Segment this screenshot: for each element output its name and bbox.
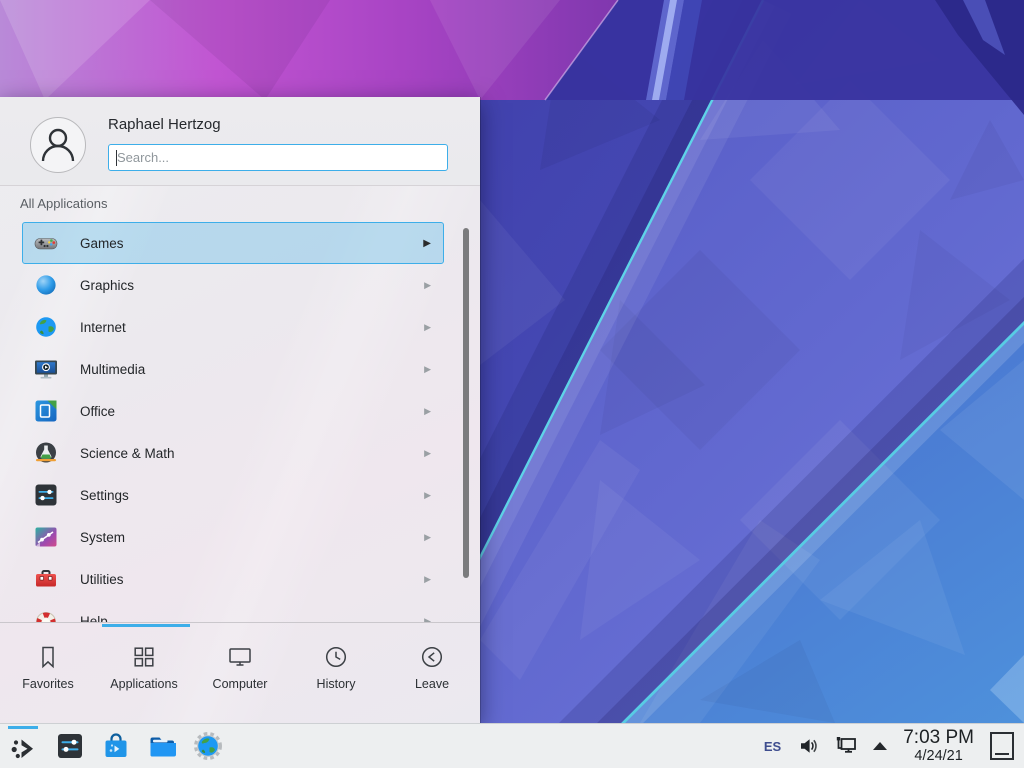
category-row-graphics[interactable]: Graphics ▶ xyxy=(22,264,444,306)
document-icon xyxy=(33,398,59,424)
submenu-arrow-icon: ▶ xyxy=(424,364,443,375)
search-input[interactable] xyxy=(108,144,448,171)
taskbar-panel: ES 7:03 PM 4/24/21 xyxy=(0,723,1024,768)
tab-label: History xyxy=(317,677,356,691)
lifebuoy-icon xyxy=(33,608,59,622)
bookmark-icon xyxy=(34,643,62,671)
monitor-icon xyxy=(226,643,254,671)
submenu-arrow-icon: ▶ xyxy=(424,322,443,333)
submenu-arrow-icon: ▶ xyxy=(424,532,443,543)
flask-icon xyxy=(33,440,59,466)
category-row-games[interactable]: Games ▶ xyxy=(22,222,444,264)
category-label: Games xyxy=(80,236,124,251)
sphere-icon xyxy=(33,272,59,298)
globe-icon xyxy=(33,314,59,340)
category-label: Graphics xyxy=(80,278,134,293)
submenu-arrow-icon: ▶ xyxy=(424,490,443,501)
category-label: Utilities xyxy=(80,572,124,587)
show-desktop-button[interactable] xyxy=(990,732,1014,760)
category-label: Help xyxy=(80,614,108,623)
submenu-arrow-icon: ▶ xyxy=(424,280,443,291)
section-label: All Applications xyxy=(20,196,107,211)
active-task-indicator xyxy=(8,726,38,729)
gamepad-icon xyxy=(33,230,59,256)
taskbar-apps xyxy=(7,724,237,768)
launcher-tabbar: Favorites Applications Computer History xyxy=(0,628,480,723)
category-label: System xyxy=(80,530,125,545)
category-label: Science & Math xyxy=(80,446,175,461)
globe-gear-icon xyxy=(193,731,223,761)
submenu-arrow-icon: ▶ xyxy=(424,406,443,417)
category-label: Multimedia xyxy=(80,362,145,377)
network-icon[interactable] xyxy=(833,734,859,758)
submenu-arrow-icon: ▶ xyxy=(424,574,443,585)
category-list: Games ▶ Graphics ▶ Internet ▶ xyxy=(0,222,480,622)
user-avatar-icon xyxy=(30,117,86,173)
category-label: Internet xyxy=(80,320,126,335)
clock-date: 4/24/21 xyxy=(914,748,962,764)
submenu-arrow-icon: ▶ xyxy=(423,238,443,249)
file-manager-button[interactable] xyxy=(145,729,179,763)
text-caret xyxy=(116,150,117,166)
tab-label: Favorites xyxy=(22,677,73,691)
expand-arrow-icon[interactable] xyxy=(873,742,887,750)
category-row-help[interactable]: Help ▶ xyxy=(22,600,444,622)
active-tab-indicator xyxy=(102,624,190,627)
toolbox-icon xyxy=(33,566,59,592)
application-launcher-menu: Raphael Hertzog All Applications Games ▶ xyxy=(0,97,480,723)
tab-history[interactable]: History xyxy=(288,628,384,723)
tab-label: Applications xyxy=(110,677,177,691)
category-row-multimedia[interactable]: Multimedia ▶ xyxy=(22,348,444,390)
grid-icon xyxy=(130,643,158,671)
logout-icon xyxy=(418,643,446,671)
monitor-play-icon xyxy=(33,356,59,382)
launcher-header: Raphael Hertzog xyxy=(0,97,480,186)
category-row-utilities[interactable]: Utilities ▶ xyxy=(22,558,444,600)
desktop: { "colors":{"accent":"#3daee9","selectio… xyxy=(0,0,1024,768)
divider xyxy=(0,622,480,623)
user-name: Raphael Hertzog xyxy=(108,116,221,133)
discover-button[interactable] xyxy=(99,729,133,763)
scrollbar-thumb[interactable] xyxy=(463,228,469,578)
tab-label: Leave xyxy=(415,677,449,691)
web-browser-button[interactable] xyxy=(191,729,225,763)
keyboard-layout-indicator[interactable]: ES xyxy=(764,739,781,754)
category-row-settings[interactable]: Settings ▶ xyxy=(22,474,444,516)
category-row-science[interactable]: Science & Math ▶ xyxy=(22,432,444,474)
volume-icon[interactable] xyxy=(798,735,820,757)
system-sliders-icon xyxy=(33,524,59,550)
folder-icon xyxy=(147,731,177,761)
system-settings-button[interactable] xyxy=(53,729,87,763)
tab-applications[interactable]: Applications xyxy=(96,628,192,723)
tab-label: Computer xyxy=(213,677,268,691)
app-launcher-button[interactable] xyxy=(7,732,41,766)
digital-clock[interactable]: 7:03 PM 4/24/21 xyxy=(903,728,974,764)
tab-computer[interactable]: Computer xyxy=(192,628,288,723)
kde-kicker-icon xyxy=(9,734,39,764)
category-row-internet[interactable]: Internet ▶ xyxy=(22,306,444,348)
category-label: Settings xyxy=(80,488,129,503)
submenu-arrow-icon: ▶ xyxy=(424,448,443,459)
sliders-icon xyxy=(33,482,59,508)
system-tray: ES 7:03 PM 4/24/21 xyxy=(764,724,1014,768)
shopping-bag-icon xyxy=(101,731,131,761)
category-row-system[interactable]: System ▶ xyxy=(22,516,444,558)
clock-icon xyxy=(322,643,350,671)
tab-favorites[interactable]: Favorites xyxy=(0,628,96,723)
sliders-icon xyxy=(55,731,85,761)
category-row-office[interactable]: Office ▶ xyxy=(22,390,444,432)
clock-time: 7:03 PM xyxy=(903,728,974,748)
category-label: Office xyxy=(80,404,115,419)
tab-leave[interactable]: Leave xyxy=(384,628,480,723)
